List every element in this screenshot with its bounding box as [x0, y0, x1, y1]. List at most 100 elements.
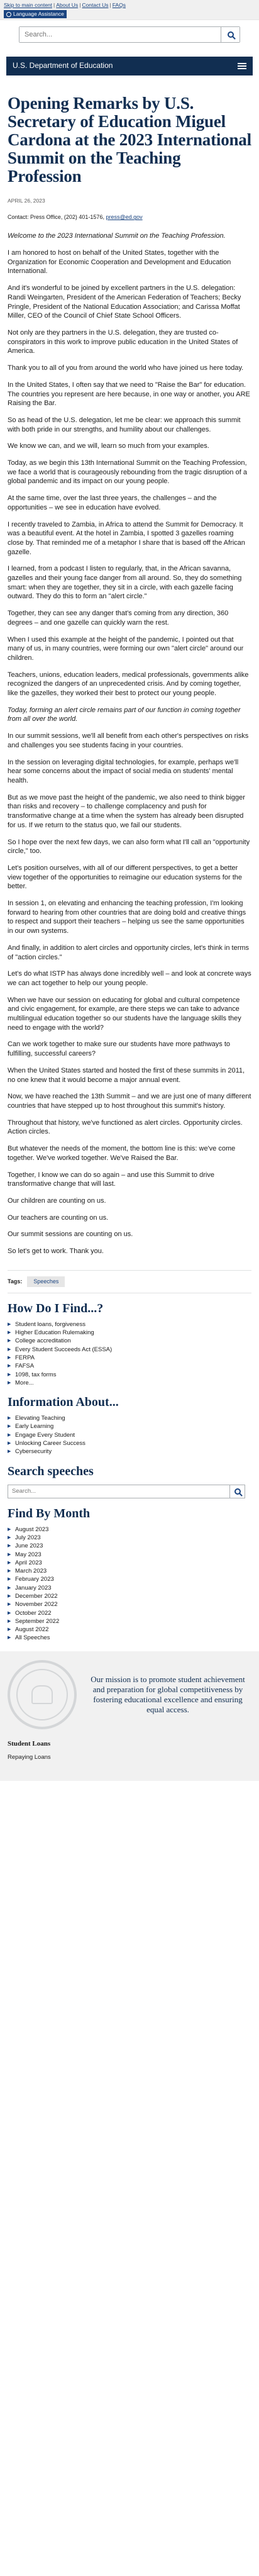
chevron-right-icon: ▶ — [8, 1364, 11, 1369]
chevron-right-icon: ▶ — [8, 1330, 11, 1335]
search-speeches-heading: Search speeches — [8, 1464, 94, 1478]
chevron-right-icon: ▶ — [8, 1322, 11, 1327]
chevron-right-icon: ▶ — [8, 1527, 11, 1532]
chevron-right-icon: ▶ — [8, 1610, 11, 1615]
department-seal-icon — [8, 1659, 77, 1729]
press-email-link[interactable]: press@ed.gov — [106, 214, 142, 220]
month-item[interactable]: ▶ All Speeches — [8, 1634, 251, 1642]
about-us-link[interactable]: About Us — [56, 2, 78, 8]
footer: Our mission is to promote student achiev… — [0, 1651, 259, 1781]
information-about-item[interactable]: ▶ Early Learning — [8, 1422, 251, 1430]
article-paragraph: When the United States started and hoste… — [8, 1066, 245, 1084]
article-paragraph: But as we move past the height of the pa… — [8, 793, 245, 829]
month-item[interactable]: ▶ January 2023 — [8, 1584, 251, 1592]
chevron-right-icon: ▶ — [8, 1577, 11, 1582]
article-paragraph: Can we work together to make sure our st… — [8, 1040, 231, 1058]
information-about-item[interactable]: ▶ Elevating Teaching — [8, 1414, 251, 1422]
information-about-list: ▶ Elevating Teaching ▶ Early Learning ▶ Eng… — [8, 1414, 251, 1456]
chevron-right-icon: ▶ — [8, 1627, 11, 1632]
speech-search-button[interactable] — [229, 1485, 245, 1498]
chevron-right-icon: ▶ — [8, 1636, 11, 1641]
article-paragraph: In our summit sessions, we'll all benefi… — [8, 732, 249, 749]
article-paragraph: And it's wonderful to be joined by excel… — [8, 284, 241, 320]
language-assistance-button[interactable]: Language Assistance — [4, 10, 67, 18]
tag-speeches[interactable]: Speeches — [27, 1276, 65, 1287]
menu-icon[interactable] — [238, 63, 246, 69]
tags-row: Tags: Speeches — [8, 1269, 251, 1293]
month-item[interactable]: ▶ August 2023 — [8, 1525, 251, 1534]
month-item[interactable]: ▶ March 2023 — [8, 1567, 251, 1575]
month-item[interactable]: ▶ July 2023 — [8, 1534, 251, 1542]
press-contact: Contact: Press Office, (202) 401-1576, p… — [8, 213, 251, 221]
month-item[interactable]: ▶ October 2022 — [8, 1609, 251, 1617]
faqs-link[interactable]: FAQs — [113, 2, 126, 8]
month-item[interactable]: ▶ September 2022 — [8, 1617, 251, 1625]
month-item[interactable]: ▶ November 2022 — [8, 1600, 251, 1609]
article-paragraph: And finally, in addition to alert circle… — [8, 944, 250, 961]
article-paragraph: I recently traveled to Zambia, in Africa… — [8, 520, 245, 556]
chevron-right-icon: ▶ — [8, 1432, 11, 1437]
find-by-month-list: ▶ August 2023 ▶ July 2023 ▶ June 2023 ▶ May … — [8, 1525, 251, 1642]
month-item[interactable]: ▶ February 2023 — [8, 1575, 251, 1583]
article-paragraph: Welcome to the 2023 International Summit… — [8, 232, 226, 240]
seal-emblem — [31, 1685, 53, 1704]
contact-us-link[interactable]: Contact Us — [82, 2, 108, 8]
search-icon — [227, 31, 234, 38]
article-paragraph: But whatever the needs of the moment, th… — [8, 1145, 236, 1162]
information-about-item[interactable]: ▶ Engage Every Student — [8, 1431, 251, 1439]
month-item[interactable]: ▶ June 2023 — [8, 1542, 251, 1550]
month-item[interactable]: ▶ April 2023 — [8, 1559, 251, 1567]
publish-date: APRIL 26, 2023 — [8, 198, 45, 204]
site-search-input[interactable] — [19, 27, 221, 42]
article-paragraph: Teachers, unions, education leaders, med… — [8, 671, 249, 698]
how-do-i-item[interactable]: ▶ Higher Education Rulemaking — [8, 1329, 251, 1337]
footer-link-repaying-loans[interactable]: Repaying Loans — [8, 1753, 251, 1762]
article-body: Welcome to the 2023 International Summit… — [8, 231, 251, 1256]
utility-bar: Skip to main content | About Us | Contact Us… — [0, 0, 259, 20]
language-label: Language Assistance — [13, 11, 64, 17]
article-paragraph: In the session on leveraging digital tec… — [8, 758, 239, 784]
main-content: Opening Remarks by U.S. Secretary of Edu… — [0, 94, 259, 1642]
article-paragraph: I am honored to host on behalf of the Un… — [8, 249, 231, 276]
contact-label: Contact: — [8, 214, 29, 221]
article-paragraph: When we have our session on educating fo… — [8, 996, 241, 1032]
how-do-i-item[interactable]: ▶ Student loans, forgiveness — [8, 1320, 251, 1329]
search-icon — [234, 1488, 241, 1495]
how-do-i-item[interactable]: ▶ Every Student Succeeds Act (ESSA) — [8, 1346, 251, 1354]
article-paragraph: So I hope over the next few days, we can… — [8, 838, 250, 856]
month-item[interactable]: ▶ May 2023 — [8, 1551, 251, 1559]
information-about-item[interactable]: ▶ Unlocking Career Success — [8, 1439, 251, 1447]
chevron-right-icon: ▶ — [8, 1602, 11, 1607]
article-paragraph: Our summit sessions are counting on us. — [8, 1230, 133, 1239]
information-about-item[interactable]: ▶ Cybersecurity — [8, 1447, 251, 1456]
mission-statement: Our mission is to promote student achiev… — [91, 1674, 245, 1714]
seal-inner-ring — [16, 1668, 68, 1720]
chevron-right-icon: ▶ — [8, 1339, 11, 1344]
find-by-month-heading: Find By Month — [8, 1506, 91, 1520]
footer-section-heading: Student Loans — [8, 1739, 51, 1748]
tags-label: Tags: — [8, 1278, 23, 1285]
utility-links: Skip to main content | About Us | Contact Us… — [4, 2, 255, 9]
how-do-i-heading: How Do I Find...? — [8, 1301, 104, 1315]
chevron-right-icon: ▶ — [8, 1416, 11, 1421]
article-paragraph: Throughout that history, we've functione… — [8, 1118, 243, 1136]
site-search-button[interactable] — [221, 27, 240, 42]
speech-search-input[interactable] — [8, 1485, 229, 1498]
how-do-i-item[interactable]: ▶ FAFSA — [8, 1362, 251, 1370]
how-do-i-item[interactable]: ▶ FERPA — [8, 1354, 251, 1362]
department-name[interactable]: U.S. Department of Education — [13, 60, 113, 71]
skip-link[interactable]: Skip to main content — [4, 2, 52, 8]
chevron-right-icon: ▶ — [8, 1424, 11, 1429]
article-paragraph: I learned, from a podcast I listen to re… — [8, 565, 242, 601]
chevron-right-icon: ▶ — [8, 1449, 11, 1454]
how-do-i-item[interactable]: ▶ 1098, tax forms — [8, 1371, 251, 1379]
site-search-box — [19, 26, 240, 43]
month-item[interactable]: ▶ August 2022 — [8, 1625, 251, 1634]
chevron-right-icon: ▶ — [8, 1355, 11, 1360]
how-do-i-item[interactable]: ▶ College accreditation — [8, 1337, 251, 1345]
month-item[interactable]: ▶ December 2022 — [8, 1592, 251, 1600]
article-paragraph: Thank you to all of you from around the … — [8, 364, 244, 372]
how-do-i-item[interactable]: ▶ More... — [8, 1379, 251, 1387]
article-paragraph: So let's get to work. Thank you. — [8, 1247, 104, 1256]
how-do-i-list: ▶ Student loans, forgiveness ▶ Higher Educ… — [8, 1320, 251, 1387]
